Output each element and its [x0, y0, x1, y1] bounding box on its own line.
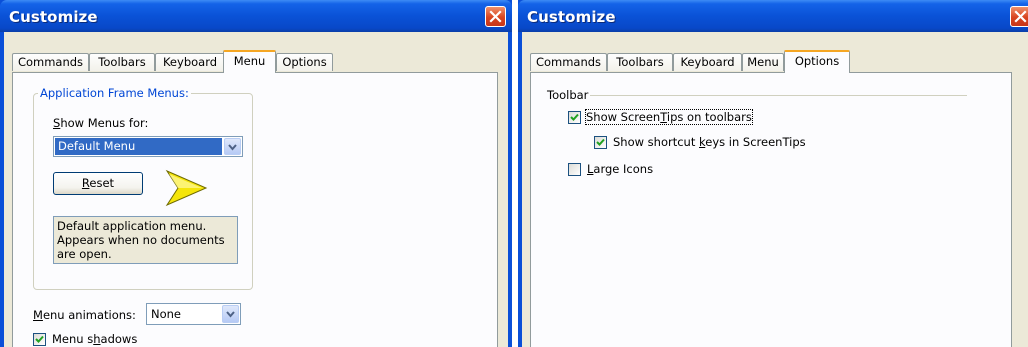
- tab-options[interactable]: Options: [784, 50, 850, 73]
- tab-menu[interactable]: Menu: [223, 50, 276, 73]
- dialog-body: Commands Toolbars Keyboard Menu Options …: [522, 32, 1028, 347]
- dropdown-button[interactable]: [222, 305, 239, 323]
- menu-shadows-label[interactable]: Menu shadows: [52, 332, 137, 346]
- toolbar-section-label: Toolbar: [547, 88, 591, 102]
- description-line: Appears when no documents: [57, 233, 225, 247]
- tab-keyboard[interactable]: Keyboard: [155, 53, 225, 71]
- close-icon: [489, 10, 502, 23]
- tab-commands[interactable]: Commands: [12, 53, 89, 71]
- title-bar[interactable]: Customize: [0, 0, 512, 32]
- application-frame-menus-group: Application Frame Menus: Show Menus for:…: [33, 86, 253, 290]
- reset-button[interactable]: Reset: [53, 172, 143, 195]
- chevron-down-icon: [228, 144, 237, 151]
- check-icon: [570, 113, 579, 121]
- close-icon: [1014, 10, 1027, 23]
- title-bar[interactable]: Customize: [518, 0, 1028, 32]
- chevron-down-icon: [226, 311, 235, 318]
- menu-description-box: Default application menu. Appears when n…: [53, 216, 238, 264]
- description-line: Default application menu.: [57, 219, 207, 233]
- tab-toolbars[interactable]: Toolbars: [89, 53, 155, 71]
- show-shortcut-keys-checkbox[interactable]: [594, 136, 607, 149]
- window-title: Customize: [527, 8, 616, 26]
- tab-panel-menu: Application Frame Menus: Show Menus for:…: [12, 72, 498, 347]
- tab-keyboard[interactable]: Keyboard: [673, 53, 742, 71]
- show-screentips-label[interactable]: Show ScreenTips on toolbars: [585, 109, 753, 125]
- menu-shadows-checkbox[interactable]: [33, 333, 46, 346]
- close-button[interactable]: [1010, 6, 1028, 27]
- section-divider: [547, 95, 967, 96]
- tab-toolbars[interactable]: Toolbars: [607, 53, 673, 71]
- menu-animations-label: Menu animations:: [33, 308, 136, 322]
- group-label: Application Frame Menus:: [38, 86, 191, 100]
- description-line: are open.: [57, 247, 112, 261]
- close-button[interactable]: [485, 6, 506, 27]
- large-icons-checkbox[interactable]: [568, 163, 581, 176]
- show-shortcut-keys-label[interactable]: Show shortcut keys in ScreenTips: [613, 135, 806, 149]
- menu-animations-value: None: [151, 307, 182, 321]
- show-menus-label: Show Menus for:: [53, 116, 149, 130]
- menu-animations-combobox[interactable]: None: [146, 303, 241, 325]
- window-title: Customize: [9, 8, 98, 26]
- tab-commands[interactable]: Commands: [530, 53, 607, 71]
- tab-menu[interactable]: Menu: [742, 53, 784, 71]
- tab-panel-options: Toolbar Show ScreenTips on toolbars Show…: [530, 72, 1012, 347]
- customize-dialog-options: Customize Commands Toolbars Keyboard Men…: [518, 0, 1028, 347]
- large-icons-label[interactable]: Large Icons: [587, 162, 653, 176]
- check-icon: [596, 138, 605, 146]
- arrow-pointer-icon: [165, 169, 208, 207]
- tab-options[interactable]: Options: [276, 53, 333, 71]
- show-screentips-checkbox[interactable]: [568, 111, 581, 124]
- check-icon: [35, 335, 44, 343]
- dropdown-button[interactable]: [224, 138, 241, 155]
- show-menus-value: Default Menu: [55, 138, 222, 155]
- show-menus-combobox[interactable]: Default Menu: [53, 136, 243, 157]
- dialog-body: Commands Toolbars Keyboard Menu Options …: [4, 32, 508, 347]
- customize-dialog-menu: Customize Commands Toolbars Keyboard Men…: [0, 0, 512, 347]
